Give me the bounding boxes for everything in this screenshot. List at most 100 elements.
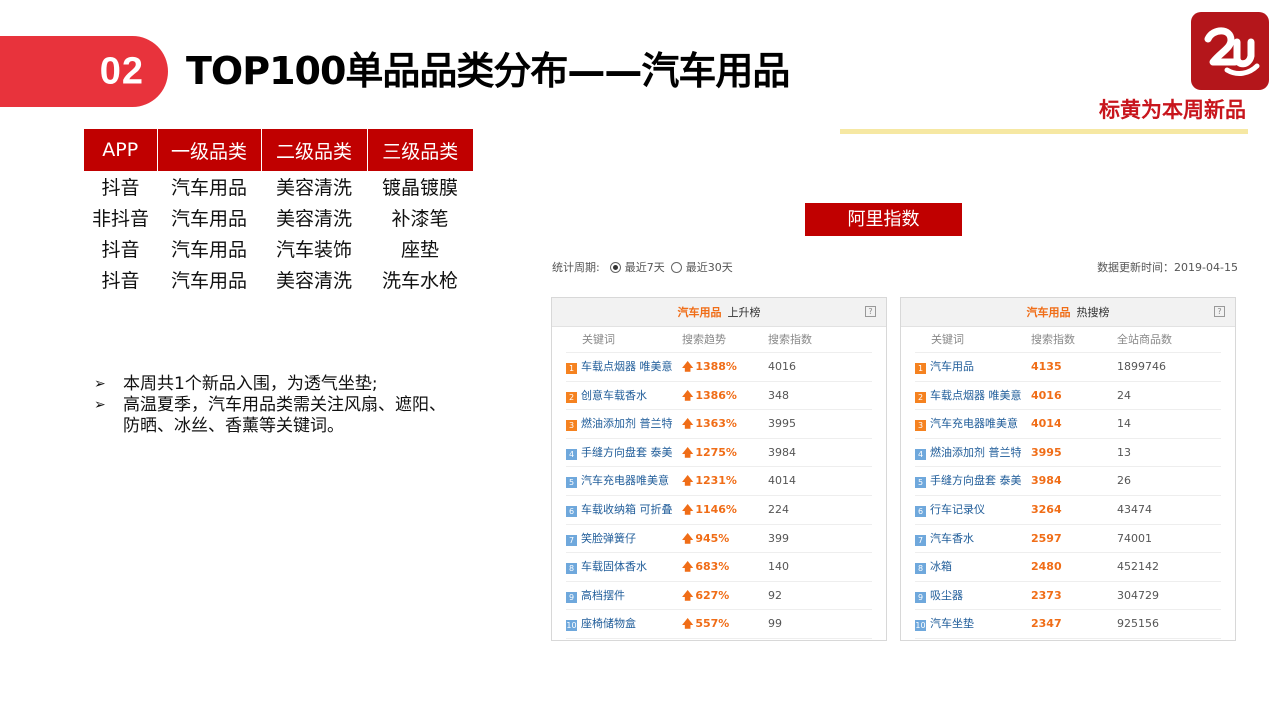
keyword-cell[interactable]: 2 车载点烟器 唯美意 xyxy=(915,382,1031,410)
keyword-cell[interactable]: 6 行车记录仪 xyxy=(915,496,1031,524)
list-item[interactable]: 7 汽车香水 2597 74001 xyxy=(915,525,1221,554)
index-value: 2347 xyxy=(1031,617,1062,631)
keyword-cell[interactable]: 8 冰箱 xyxy=(915,553,1031,581)
panel-header: 汽车用品 上升榜 ? xyxy=(552,298,886,327)
hot-search-panel: 汽车用品 热搜榜 ? 关键词 搜索指数 全站商品数 1 汽车用品 4135 189974… xyxy=(900,297,1236,641)
keyword-cell[interactable]: 5 手缝方向盘套 泰美 xyxy=(915,467,1031,495)
index-value: 4014 xyxy=(768,474,796,488)
index-value: 4016 xyxy=(768,360,796,373)
list-item[interactable]: 6 行车记录仪 3264 43474 xyxy=(915,496,1221,525)
list-item[interactable]: 6 车载收纳箱 可折叠 🡅 1146% 224 xyxy=(566,496,872,525)
index-value: 140 xyxy=(768,560,789,574)
keyword-cell[interactable]: 3 燃油添加剂 普兰特 xyxy=(566,410,682,438)
col-keyword: 关键词 xyxy=(931,333,964,346)
keyword-cell[interactable]: 7 汽车香水 xyxy=(915,525,1031,553)
list-item[interactable]: 1 汽车用品 4135 1899746 xyxy=(915,353,1221,382)
radio-30days[interactable] xyxy=(670,261,682,273)
list-item[interactable]: 4 手缝方向盘套 泰美 🡅 1275% 3984 xyxy=(566,439,872,468)
list-item[interactable]: 9 高档摆件 🡅 627% 92 xyxy=(566,582,872,611)
keyword-cell[interactable]: 10 座椅储物盒 xyxy=(566,610,682,638)
table-cell: 抖音 xyxy=(101,239,140,261)
keyword-cell[interactable]: 10 汽车坐垫 xyxy=(915,610,1031,638)
col-header-level2: 二级品类 xyxy=(261,129,368,171)
brand-logo xyxy=(1191,12,1269,90)
rank-badge: 6 xyxy=(566,505,577,517)
keyword-text: 笑脸弹簧仔 xyxy=(581,531,636,545)
rank-badge: 5 xyxy=(915,477,926,489)
panel-column-header: 关键词 搜索趋势 搜索指数 xyxy=(566,327,872,353)
rank-badge: 8 xyxy=(566,563,577,575)
rank-badge: 4 xyxy=(915,448,926,460)
keyword-cell[interactable]: 9 吸尘器 xyxy=(915,582,1031,610)
keyword-cell[interactable]: 3 汽车充电器唯美意 xyxy=(915,410,1031,438)
keyword-cell[interactable]: 6 车载收纳箱 可折叠 xyxy=(566,496,682,524)
list-item[interactable]: 3 汽车充电器唯美意 4014 14 xyxy=(915,410,1221,439)
arrow-up-icon: 🡅 xyxy=(682,531,694,545)
rank-badge: 9 xyxy=(915,591,926,603)
keyword-text: 吸尘器 xyxy=(930,588,963,602)
list-item[interactable]: 10 汽车坐垫 2347 925156 xyxy=(915,610,1221,639)
keyword-cell[interactable]: 1 汽车用品 xyxy=(915,353,1031,381)
index-value: 99 xyxy=(768,617,782,631)
keyword-cell[interactable]: 4 手缝方向盘套 泰美 xyxy=(566,439,682,467)
radio-7days[interactable] xyxy=(609,261,621,273)
period-label: 统计周期: xyxy=(552,261,600,274)
keyword-cell[interactable]: 5 汽车充电器唯美意 xyxy=(566,467,682,495)
help-icon[interactable]: ? xyxy=(865,306,876,317)
list-item[interactable]: 5 汽车充电器唯美意 🡅 1231% 4014 xyxy=(566,467,872,496)
trend-value: 945% xyxy=(695,531,730,545)
decor-divider xyxy=(840,129,1248,134)
keyword-cell[interactable]: 8 车载固体香水 xyxy=(566,553,682,581)
arrow-up-icon: 🡅 xyxy=(682,388,694,402)
index-value: 3995 xyxy=(768,417,796,431)
bullet-arrow-icon: ➢ xyxy=(94,376,106,392)
index-value: 2597 xyxy=(1031,531,1062,545)
help-icon[interactable]: ? xyxy=(1214,306,1225,317)
list-item[interactable]: 8 车载固体香水 🡅 683% 140 xyxy=(566,553,872,582)
list-item[interactable]: 2 创意车载香水 🡅 1386% 348 xyxy=(566,382,872,411)
update-time: 数据更新时间：2019-04-15 xyxy=(1097,261,1238,274)
trend-cell: 🡅 683% xyxy=(682,553,768,581)
keyword-cell[interactable]: 1 车载点烟器 唯美意 xyxy=(566,353,682,381)
new-item-note: 标黄为本周新品 xyxy=(1099,98,1246,122)
list-item[interactable]: 8 冰箱 2480 452142 xyxy=(915,553,1221,582)
arrow-up-icon: 🡅 xyxy=(682,502,694,516)
list-item[interactable]: 9 吸尘器 2373 304729 xyxy=(915,582,1221,611)
keyword-cell[interactable]: 2 创意车载香水 xyxy=(566,382,682,410)
index-value: 2480 xyxy=(1031,560,1062,574)
rank-badge: 4 xyxy=(566,448,577,460)
list-item[interactable]: 2 车载点烟器 唯美意 4016 24 xyxy=(915,382,1221,411)
ali-index-label: 阿里指数 xyxy=(805,203,962,236)
product-count-value: 925156 xyxy=(1117,617,1159,631)
table-row: 抖音 汽车用品 美容清洗 洗车水枪 xyxy=(84,264,473,295)
list-item[interactable]: 5 手缝方向盘套 泰美 3984 26 xyxy=(915,467,1221,496)
table-cell: 美容清洗 xyxy=(275,177,352,199)
list-item[interactable]: 10 座椅储物盒 🡅 557% 99 xyxy=(566,610,872,639)
rank-badge: 6 xyxy=(915,505,926,517)
rank-badge: 7 xyxy=(915,534,926,546)
trend-value: 1231% xyxy=(695,474,737,488)
keyword-cell[interactable]: 4 燃油添加剂 普兰特 xyxy=(915,439,1031,467)
arrow-up-icon: 🡅 xyxy=(682,417,694,431)
radio-30days-label: 最近30天 xyxy=(685,261,733,274)
keyword-cell[interactable]: 9 高档摆件 xyxy=(566,582,682,610)
table-row: 非抖音 汽车用品 美容清洗 补漆笔 xyxy=(84,202,473,233)
table-cell: 汽车用品 xyxy=(170,270,247,292)
list-item[interactable]: 3 燃油添加剂 普兰特 🡅 1363% 3995 xyxy=(566,410,872,439)
keyword-text: 汽车充电器唯美意 xyxy=(581,474,669,488)
trend-cell: 🡅 1275% xyxy=(682,439,768,467)
list-item[interactable]: 7 笑脸弹簧仔 🡅 945% 399 xyxy=(566,525,872,554)
rank-badge: 3 xyxy=(915,420,926,432)
keyword-cell[interactable]: 7 笑脸弹簧仔 xyxy=(566,525,682,553)
trend-value: 627% xyxy=(695,588,730,602)
trend-value: 1275% xyxy=(695,445,737,459)
index-value: 4016 xyxy=(1031,388,1062,402)
bullet-item: ➢ 高温夏季，汽车用品类需关注风扇、遮阳、防晒、冰丝、香薰等关键词。 xyxy=(94,395,454,437)
list-item[interactable]: 4 燃油添加剂 普兰特 3995 13 xyxy=(915,439,1221,468)
product-count-value: 1899746 xyxy=(1117,360,1166,373)
list-item[interactable]: 1 车载点烟器 唯美意 🡅 1388% 4016 xyxy=(566,353,872,382)
product-count-value: 13 xyxy=(1117,445,1131,459)
logo-mark-icon xyxy=(1204,27,1260,76)
rank-badge: 5 xyxy=(566,477,577,489)
keyword-text: 冰箱 xyxy=(930,560,952,574)
